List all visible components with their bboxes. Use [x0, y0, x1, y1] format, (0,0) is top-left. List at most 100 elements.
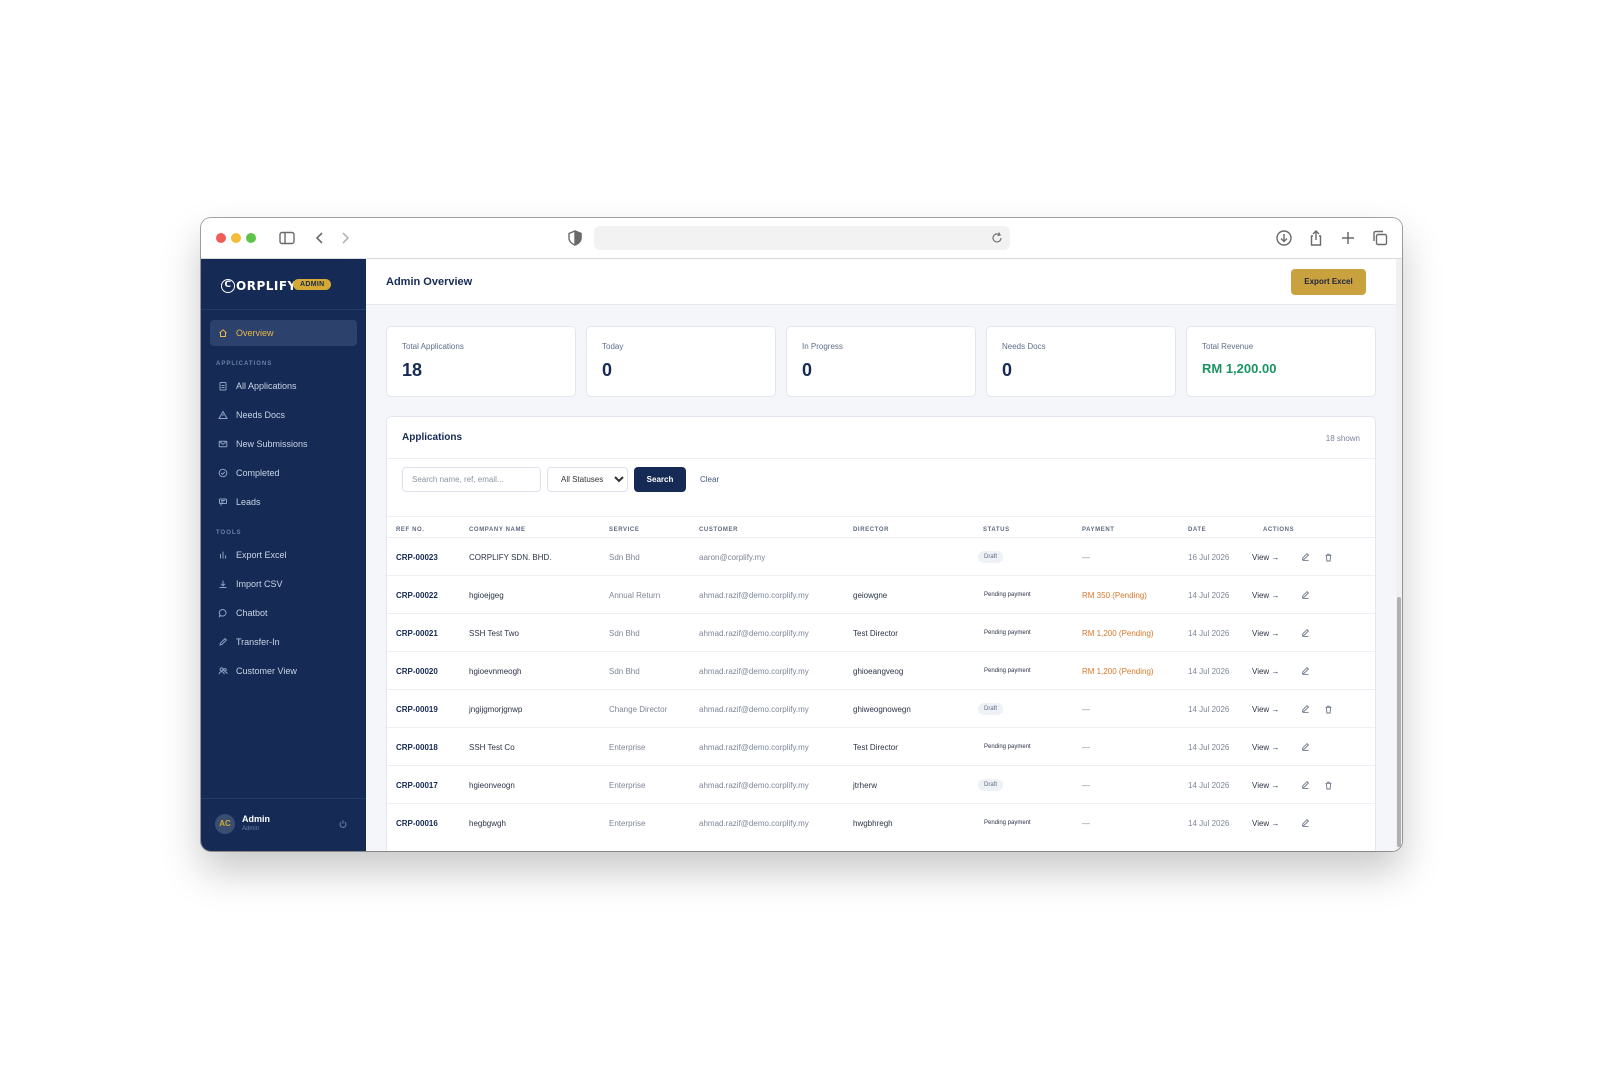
status-badge: Pending payment [978, 817, 1037, 829]
column-header: STATUS [983, 527, 1010, 533]
view-link[interactable]: View → [1252, 629, 1279, 638]
table-row[interactable]: CRP-00016 hegbgwgh Enterprise ahmad.razif@d… [387, 803, 1375, 841]
column-header: DATE [1188, 527, 1207, 533]
sidebar-item-chatbot[interactable]: Chatbot [210, 600, 357, 626]
edit-icon[interactable] [1301, 552, 1310, 561]
user-profile[interactable]: AC Admin Admin [201, 798, 366, 851]
logo-wordmark: C ORPLIFY [221, 279, 297, 294]
search-button[interactable]: Search [634, 467, 686, 492]
sidebar-item-label: Transfer-In [236, 637, 280, 647]
admin-badge: ADMIN [293, 279, 332, 290]
ref-number: CRP-00022 [396, 591, 438, 600]
date: 14 Jul 2026 [1188, 819, 1230, 828]
forward-icon[interactable] [335, 228, 355, 248]
view-link[interactable]: View → [1252, 781, 1279, 790]
sidebar-item-label: Overview [236, 328, 274, 338]
stat-label: Total Revenue [1202, 342, 1254, 351]
status-badge: Pending payment [978, 627, 1037, 639]
column-header: SERVICE [609, 527, 640, 533]
sidebar-item-completed[interactable]: Completed [210, 460, 357, 486]
director-name: ghioeangveog [853, 667, 904, 676]
search-input[interactable] [402, 467, 541, 492]
edit-icon[interactable] [1301, 704, 1310, 713]
edit-icon[interactable] [1301, 742, 1310, 751]
column-header: REF NO. [396, 527, 425, 533]
payment-status: — [1082, 553, 1090, 562]
table-row[interactable]: CRP-00019 jngijgmorjgnwp Change Director ah… [387, 689, 1375, 727]
divider [201, 309, 366, 310]
sidebar-item-overview[interactable]: Overview [210, 320, 357, 346]
table-row[interactable]: CRP-00020 hgioevnmeogh Sdn Bhd ahmad.razif@… [387, 651, 1375, 689]
edit-icon[interactable] [1301, 590, 1310, 599]
view-link[interactable]: View → [1252, 705, 1279, 714]
stat-label: Needs Docs [1002, 342, 1046, 351]
edit-icon[interactable] [1301, 628, 1310, 637]
home-icon [216, 327, 230, 339]
downloads-icon[interactable] [1274, 228, 1294, 248]
delete-icon[interactable] [1324, 705, 1333, 714]
payment-status: — [1082, 819, 1090, 828]
delete-icon[interactable] [1324, 553, 1333, 562]
sidebar-item-transfer-in[interactable]: Transfer-In [210, 629, 357, 655]
sidebar-item-customer-view[interactable]: Customer View [210, 658, 357, 684]
privacy-shield-icon[interactable] [565, 228, 585, 248]
back-icon[interactable] [310, 228, 330, 248]
column-header: CUSTOMER [699, 527, 739, 533]
view-link[interactable]: View → [1252, 819, 1279, 828]
ref-number: CRP-00020 [396, 667, 438, 676]
table-row[interactable]: CRP-00021 SSH Test Two Sdn Bhd ahmad.razif@… [387, 613, 1375, 651]
table-row[interactable]: CRP-00017 hgieonveogn Enterprise ahmad.razi… [387, 765, 1375, 803]
share-icon[interactable] [1306, 228, 1326, 248]
view-link[interactable]: View → [1252, 553, 1279, 562]
section-label-applications: APPLICATIONS [216, 361, 273, 367]
user-role: Admin [242, 826, 260, 832]
director-name: jtrherw [853, 781, 878, 790]
minimize-window-button[interactable] [231, 233, 241, 243]
tab-overview-icon[interactable] [1370, 228, 1390, 248]
close-window-button[interactable] [216, 233, 226, 243]
page-header: Admin Overview Export Excel [366, 259, 1396, 305]
edit-icon[interactable] [1301, 780, 1310, 789]
sidebar-item-export-excel[interactable]: Export Excel [210, 542, 357, 568]
brand-logo[interactable]: C ORPLIFY [221, 277, 297, 295]
logout-icon[interactable] [338, 819, 348, 829]
sidebar-item-leads[interactable]: Leads [210, 489, 357, 515]
new-tab-icon[interactable] [1338, 228, 1358, 248]
browser-window: C ORPLIFY ADMIN Overview APPLICATIONS All… [201, 218, 1402, 851]
edit-icon[interactable] [1301, 666, 1310, 675]
sidebar-item-all-applications[interactable]: All Applications [210, 373, 357, 399]
sidebar-item-label: All Applications [236, 381, 297, 391]
ref-number: CRP-00016 [396, 819, 438, 828]
table-row[interactable]: CRP-00022 hgioejgeg Annual Return ahmad.raz… [387, 575, 1375, 613]
date: 14 Jul 2026 [1188, 629, 1230, 638]
ref-number: CRP-00019 [396, 705, 438, 714]
view-link[interactable]: View → [1252, 743, 1279, 752]
sidebar-item-label: Import CSV [236, 579, 283, 589]
customer-email: aaron@corplify.my [699, 553, 766, 562]
address-bar[interactable] [594, 226, 1010, 250]
table-row[interactable]: CRP-00018 SSH Test Co Enterprise ahmad.razi… [387, 727, 1375, 765]
status-badge: Pending payment [978, 665, 1037, 677]
service: Sdn Bhd [609, 553, 640, 562]
sidebar-item-label: Leads [236, 497, 261, 507]
zoom-window-button[interactable] [246, 233, 256, 243]
view-link[interactable]: View → [1252, 591, 1279, 600]
view-link[interactable]: View → [1252, 667, 1279, 676]
status-filter-select[interactable]: All Statuses [547, 467, 628, 492]
sidebar-item-import-csv[interactable]: Import CSV [210, 571, 357, 597]
export-excel-button[interactable]: Export Excel [1291, 269, 1366, 295]
reload-icon[interactable] [990, 231, 1004, 245]
stat-value: 0 [802, 360, 813, 380]
payment-status: — [1082, 781, 1090, 790]
sidebar-item-new-submissions[interactable]: New Submissions [210, 431, 357, 457]
sidebar-toggle-icon[interactable] [277, 228, 297, 248]
clear-button[interactable]: Clear [700, 475, 719, 484]
clipboard-icon [216, 380, 230, 392]
sidebar-item-needs-docs[interactable]: Needs Docs [210, 402, 357, 428]
scrollbar[interactable] [1396, 259, 1402, 851]
table-row[interactable]: CRP-00023 CORPLIFY SDN. BHD. Sdn Bhd aaron@… [387, 537, 1375, 575]
edit-icon[interactable] [1301, 818, 1310, 827]
delete-icon[interactable] [1324, 781, 1333, 790]
scrollbar-thumb[interactable] [1397, 597, 1401, 847]
service: Enterprise [609, 743, 646, 752]
